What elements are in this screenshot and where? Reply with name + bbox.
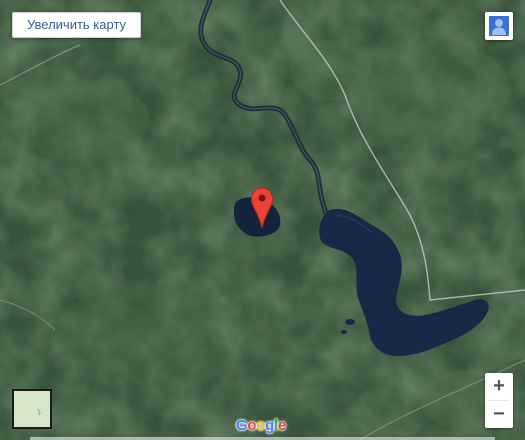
logo-letter: g xyxy=(265,417,274,434)
zoom-out-button[interactable]: − xyxy=(485,401,513,428)
pegman-icon[interactable] xyxy=(485,12,513,40)
logo-letter: o xyxy=(247,417,257,434)
enlarge-map-button[interactable]: Увеличить карту xyxy=(12,12,142,38)
google-logo[interactable]: Google xyxy=(236,417,286,434)
minimap-preview xyxy=(14,391,50,427)
logo-letter: G xyxy=(236,417,248,434)
zoom-control: + − xyxy=(485,373,513,428)
map-view[interactable]: Увеличить карту + − Google xyxy=(0,0,525,440)
logo-letter: o xyxy=(256,417,266,434)
location-pin-icon[interactable] xyxy=(250,186,274,230)
map-type-thumbnail[interactable] xyxy=(12,389,52,429)
zoom-in-button[interactable]: + xyxy=(485,373,513,400)
logo-letter: e xyxy=(277,417,286,434)
